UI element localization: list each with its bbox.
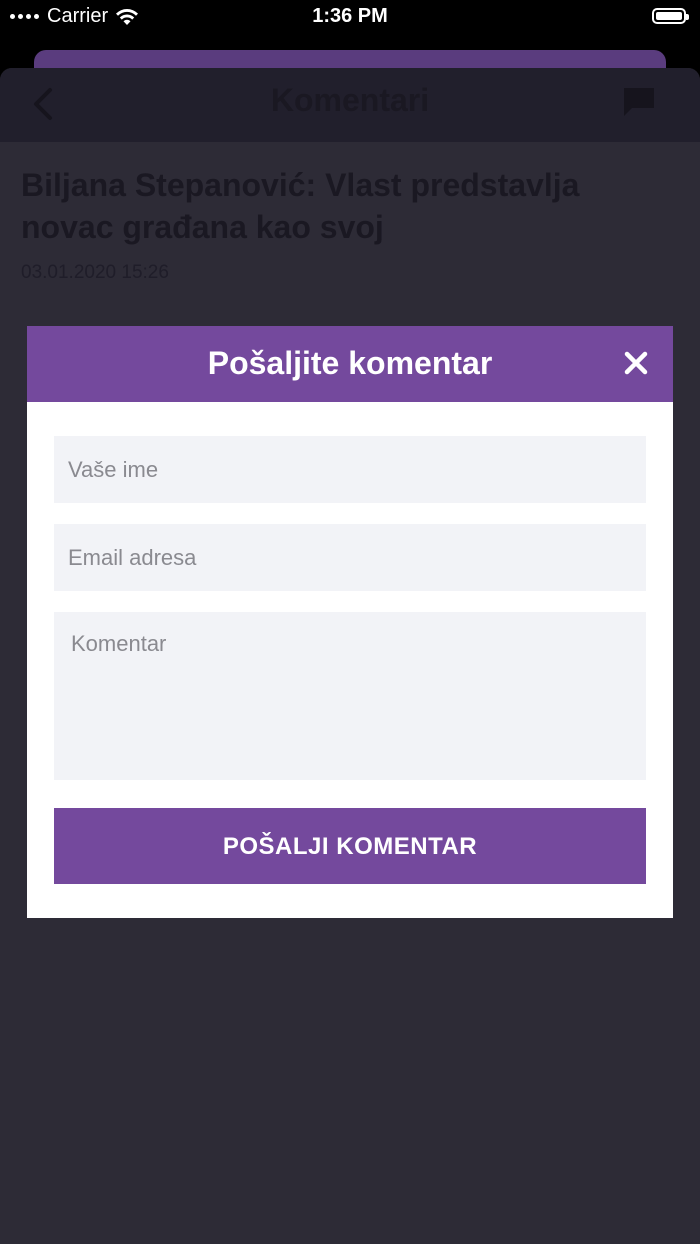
- status-bar: Carrier 1:36 PM: [0, 0, 700, 34]
- modal-title: Pošaljite komentar: [207, 345, 493, 381]
- comment-textarea[interactable]: Komentar: [54, 612, 646, 780]
- comment-modal: Pošaljite komentar Vaše ime Email adresa…: [27, 326, 673, 918]
- nav-title: Komentari: [270, 82, 430, 118]
- nav-bar: Komentari: [0, 68, 700, 142]
- status-time: 1:36 PM: [312, 5, 388, 27]
- email-input[interactable]: Email adresa: [54, 524, 646, 591]
- name-input[interactable]: Vaše ime: [54, 436, 646, 503]
- battery-icon: [652, 8, 689, 24]
- article-title: Biljana Stepanović: Vlast predstavlja no…: [21, 167, 580, 245]
- submit-comment-button[interactable]: POŠALJI KOMENTAR: [54, 808, 646, 884]
- close-icon[interactable]: [623, 350, 649, 376]
- modal-header: Pošaljite komentar: [27, 326, 673, 402]
- comment-bubble-icon[interactable]: [622, 86, 656, 118]
- article-date: 03.01.2020 15:26: [21, 262, 169, 283]
